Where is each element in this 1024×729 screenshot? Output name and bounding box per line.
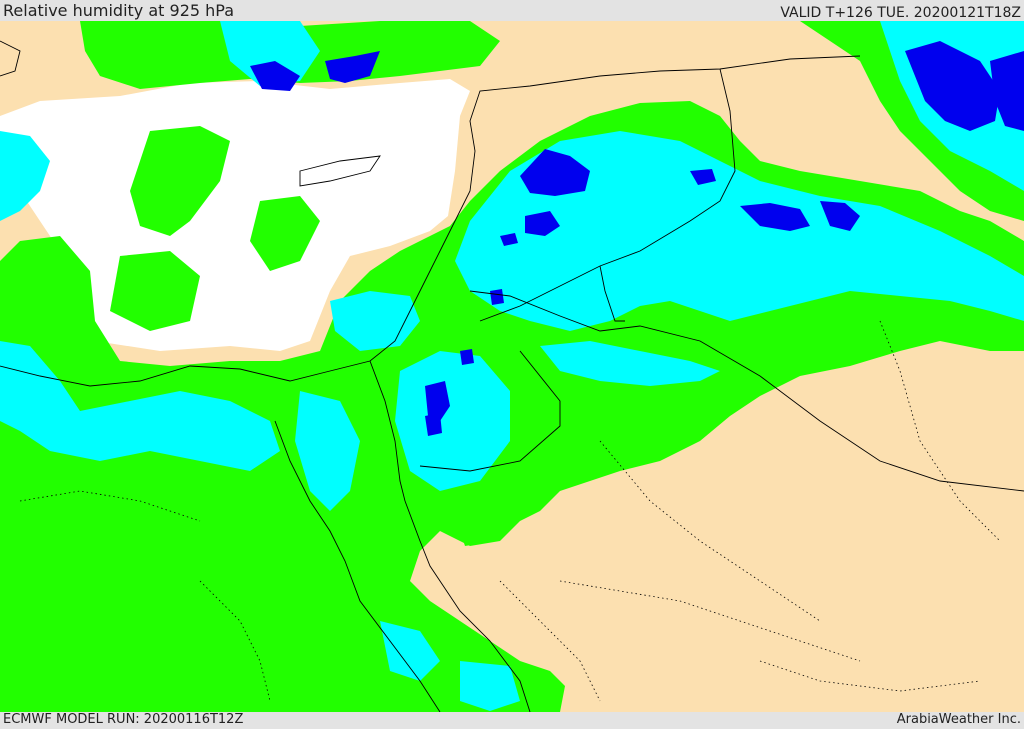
title-bar: Relative humidity at 925 hPa VALID T+126…: [0, 0, 1024, 21]
valid-time: VALID T+126 TUE. 20200121T18Z: [780, 5, 1021, 21]
footer-bar: ECMWF MODEL RUN: 20200116T12Z ArabiaWeat…: [0, 712, 1024, 729]
model-run: ECMWF MODEL RUN: 20200116T12Z: [3, 712, 244, 727]
map-title: Relative humidity at 925 hPa: [3, 1, 235, 20]
credit-text: ArabiaWeather Inc.: [896, 712, 1021, 727]
humidity-map[interactable]: [0, 21, 1024, 712]
